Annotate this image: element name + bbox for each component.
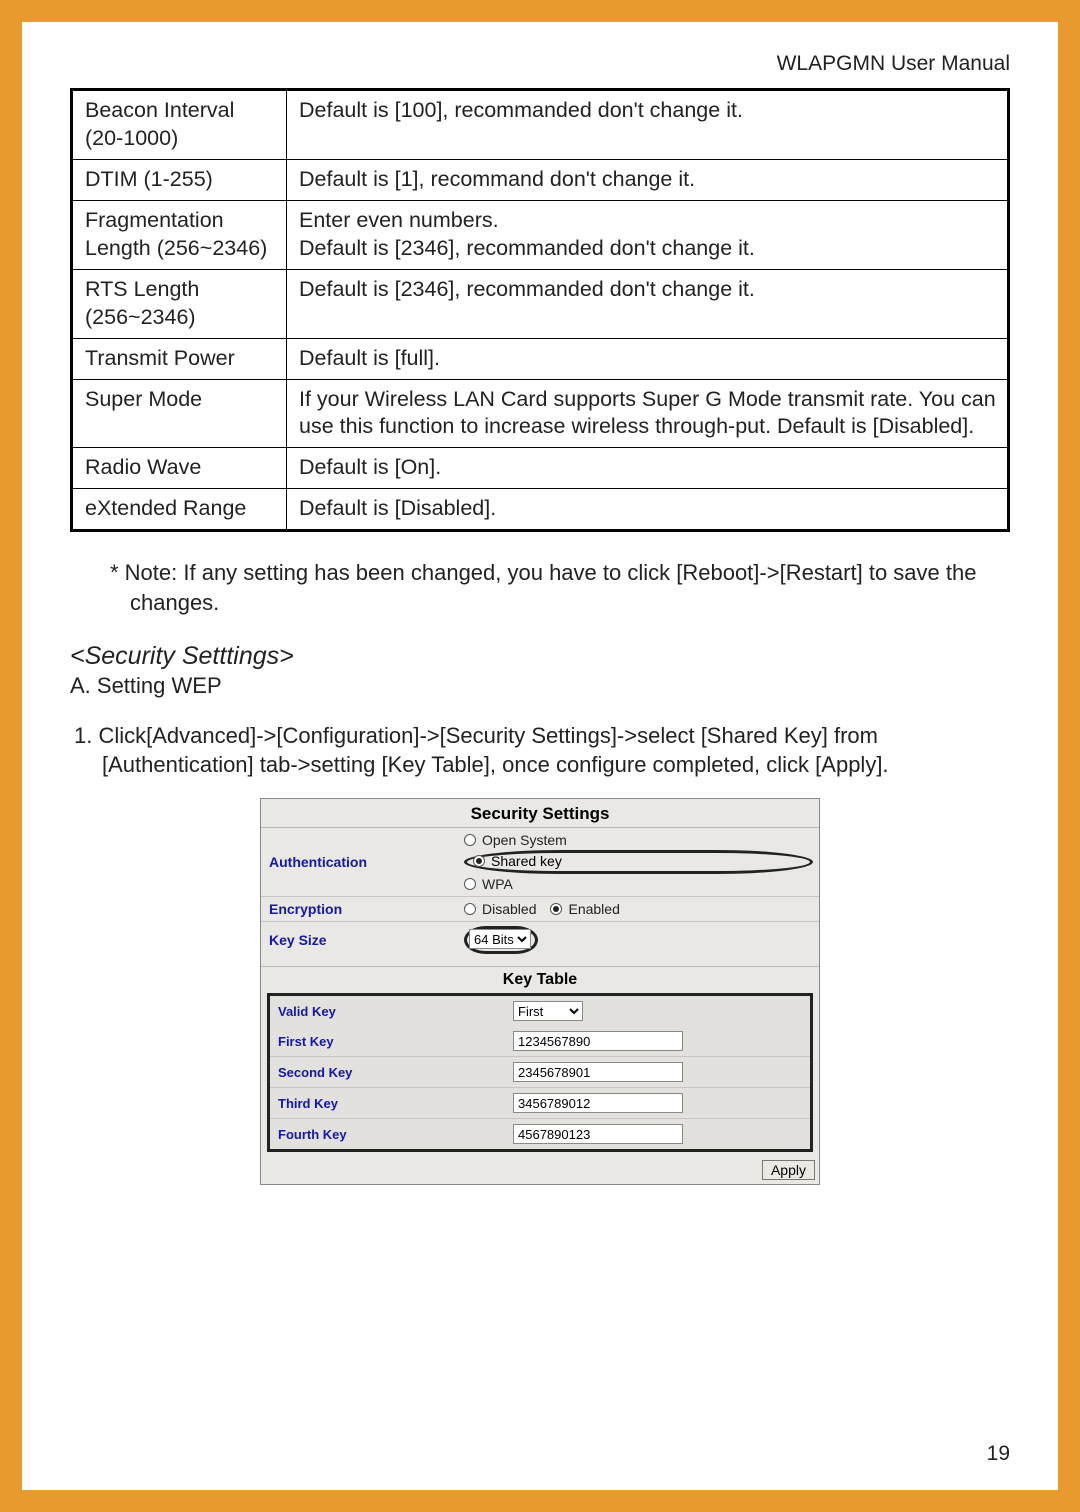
param-label: Beacon Interval (20-1000) [72,90,287,160]
manual-page: WLAPGMN User Manual Beacon Interval (20-… [22,22,1058,1490]
table-row: Beacon Interval (20-1000)Default is [100… [72,90,1009,160]
param-description: Default is [1], recommand don't change i… [287,159,1009,200]
encryption-enabled[interactable]: Enabled [550,901,619,917]
param-description: Default is [100], recommanded don't chan… [287,90,1009,160]
auth-wpa-label: WPA [482,876,513,892]
radio-icon [473,855,485,867]
valid-key-label: Valid Key [270,996,505,1026]
table-row: Transmit PowerDefault is [full]. [72,338,1009,379]
table-row: eXtended RangeDefault is [Disabled]. [72,489,1009,531]
table-row: Radio WaveDefault is [On]. [72,448,1009,489]
radio-icon [550,903,562,915]
table-row: RTS Length (256~2346)Default is [2346], … [72,269,1009,338]
key-row: Fourth Key [270,1119,810,1150]
param-description: If your Wireless LAN Card supports Super… [287,379,1009,448]
step-1: 1. Click[Advanced]->[Configuration]->[Se… [70,721,1010,780]
param-label: DTIM (1-255) [72,159,287,200]
valid-key-select[interactable]: First [513,1001,583,1021]
param-description: Enter even numbers. Default is [2346], r… [287,200,1009,269]
key-row: First Key [270,1026,810,1057]
key-input[interactable] [513,1124,683,1144]
page-number: 19 [987,1442,1010,1466]
table-row: Fragmentation Length (256~2346)Enter eve… [72,200,1009,269]
enc-disabled-label: Disabled [482,901,536,917]
key-label: Second Key [270,1057,505,1088]
table-row: DTIM (1-255)Default is [1], recommand do… [72,159,1009,200]
param-label: RTS Length (256~2346) [72,269,287,338]
key-row: Second Key [270,1057,810,1088]
subsection-heading: A. Setting WEP [70,673,1010,699]
param-label: eXtended Range [72,489,287,531]
radio-icon [464,903,476,915]
encryption-disabled[interactable]: Disabled [464,901,536,917]
param-label: Radio Wave [72,448,287,489]
panel-title: Security Settings [261,799,819,828]
param-description: Default is [On]. [287,448,1009,489]
param-description: Default is [full]. [287,338,1009,379]
key-label: Third Key [270,1088,505,1119]
param-label: Super Mode [72,379,287,448]
manual-title: WLAPGMN User Manual [70,52,1010,76]
auth-option-wpa[interactable]: WPA [464,876,813,892]
table-row: Super ModeIf your Wireless LAN Card supp… [72,379,1009,448]
note-text: * Note: If any setting has been changed,… [90,558,1010,617]
param-label: Transmit Power [72,338,287,379]
parameters-table: Beacon Interval (20-1000)Default is [100… [70,88,1010,532]
encryption-label: Encryption [261,897,456,922]
key-table-frame: Valid Key First First KeySecond KeyThird… [267,993,813,1152]
param-description: Default is [2346], recommanded don't cha… [287,269,1009,338]
auth-option-shared[interactable]: Shared key [464,850,813,874]
radio-icon [464,878,476,890]
auth-shared-label: Shared key [491,853,562,869]
key-row: Third Key [270,1088,810,1119]
key-label: Fourth Key [270,1119,505,1150]
key-size-select[interactable]: 64 Bits [469,929,531,949]
section-heading: <Security Setttings> [70,642,1010,671]
key-input[interactable] [513,1062,683,1082]
key-label: First Key [270,1026,505,1057]
apply-button[interactable]: Apply [762,1160,815,1180]
authentication-label: Authentication [261,828,456,897]
key-input[interactable] [513,1093,683,1113]
key-size-label: Key Size [261,922,456,959]
key-input[interactable] [513,1031,683,1051]
auth-option-open[interactable]: Open System [464,832,813,848]
security-settings-panel: Security Settings Authentication Open Sy… [260,798,820,1185]
auth-open-label: Open System [482,832,567,848]
param-description: Default is [Disabled]. [287,489,1009,531]
enc-enabled-label: Enabled [568,901,619,917]
param-label: Fragmentation Length (256~2346) [72,200,287,269]
key-table-title: Key Table [261,967,819,993]
radio-icon [464,834,476,846]
